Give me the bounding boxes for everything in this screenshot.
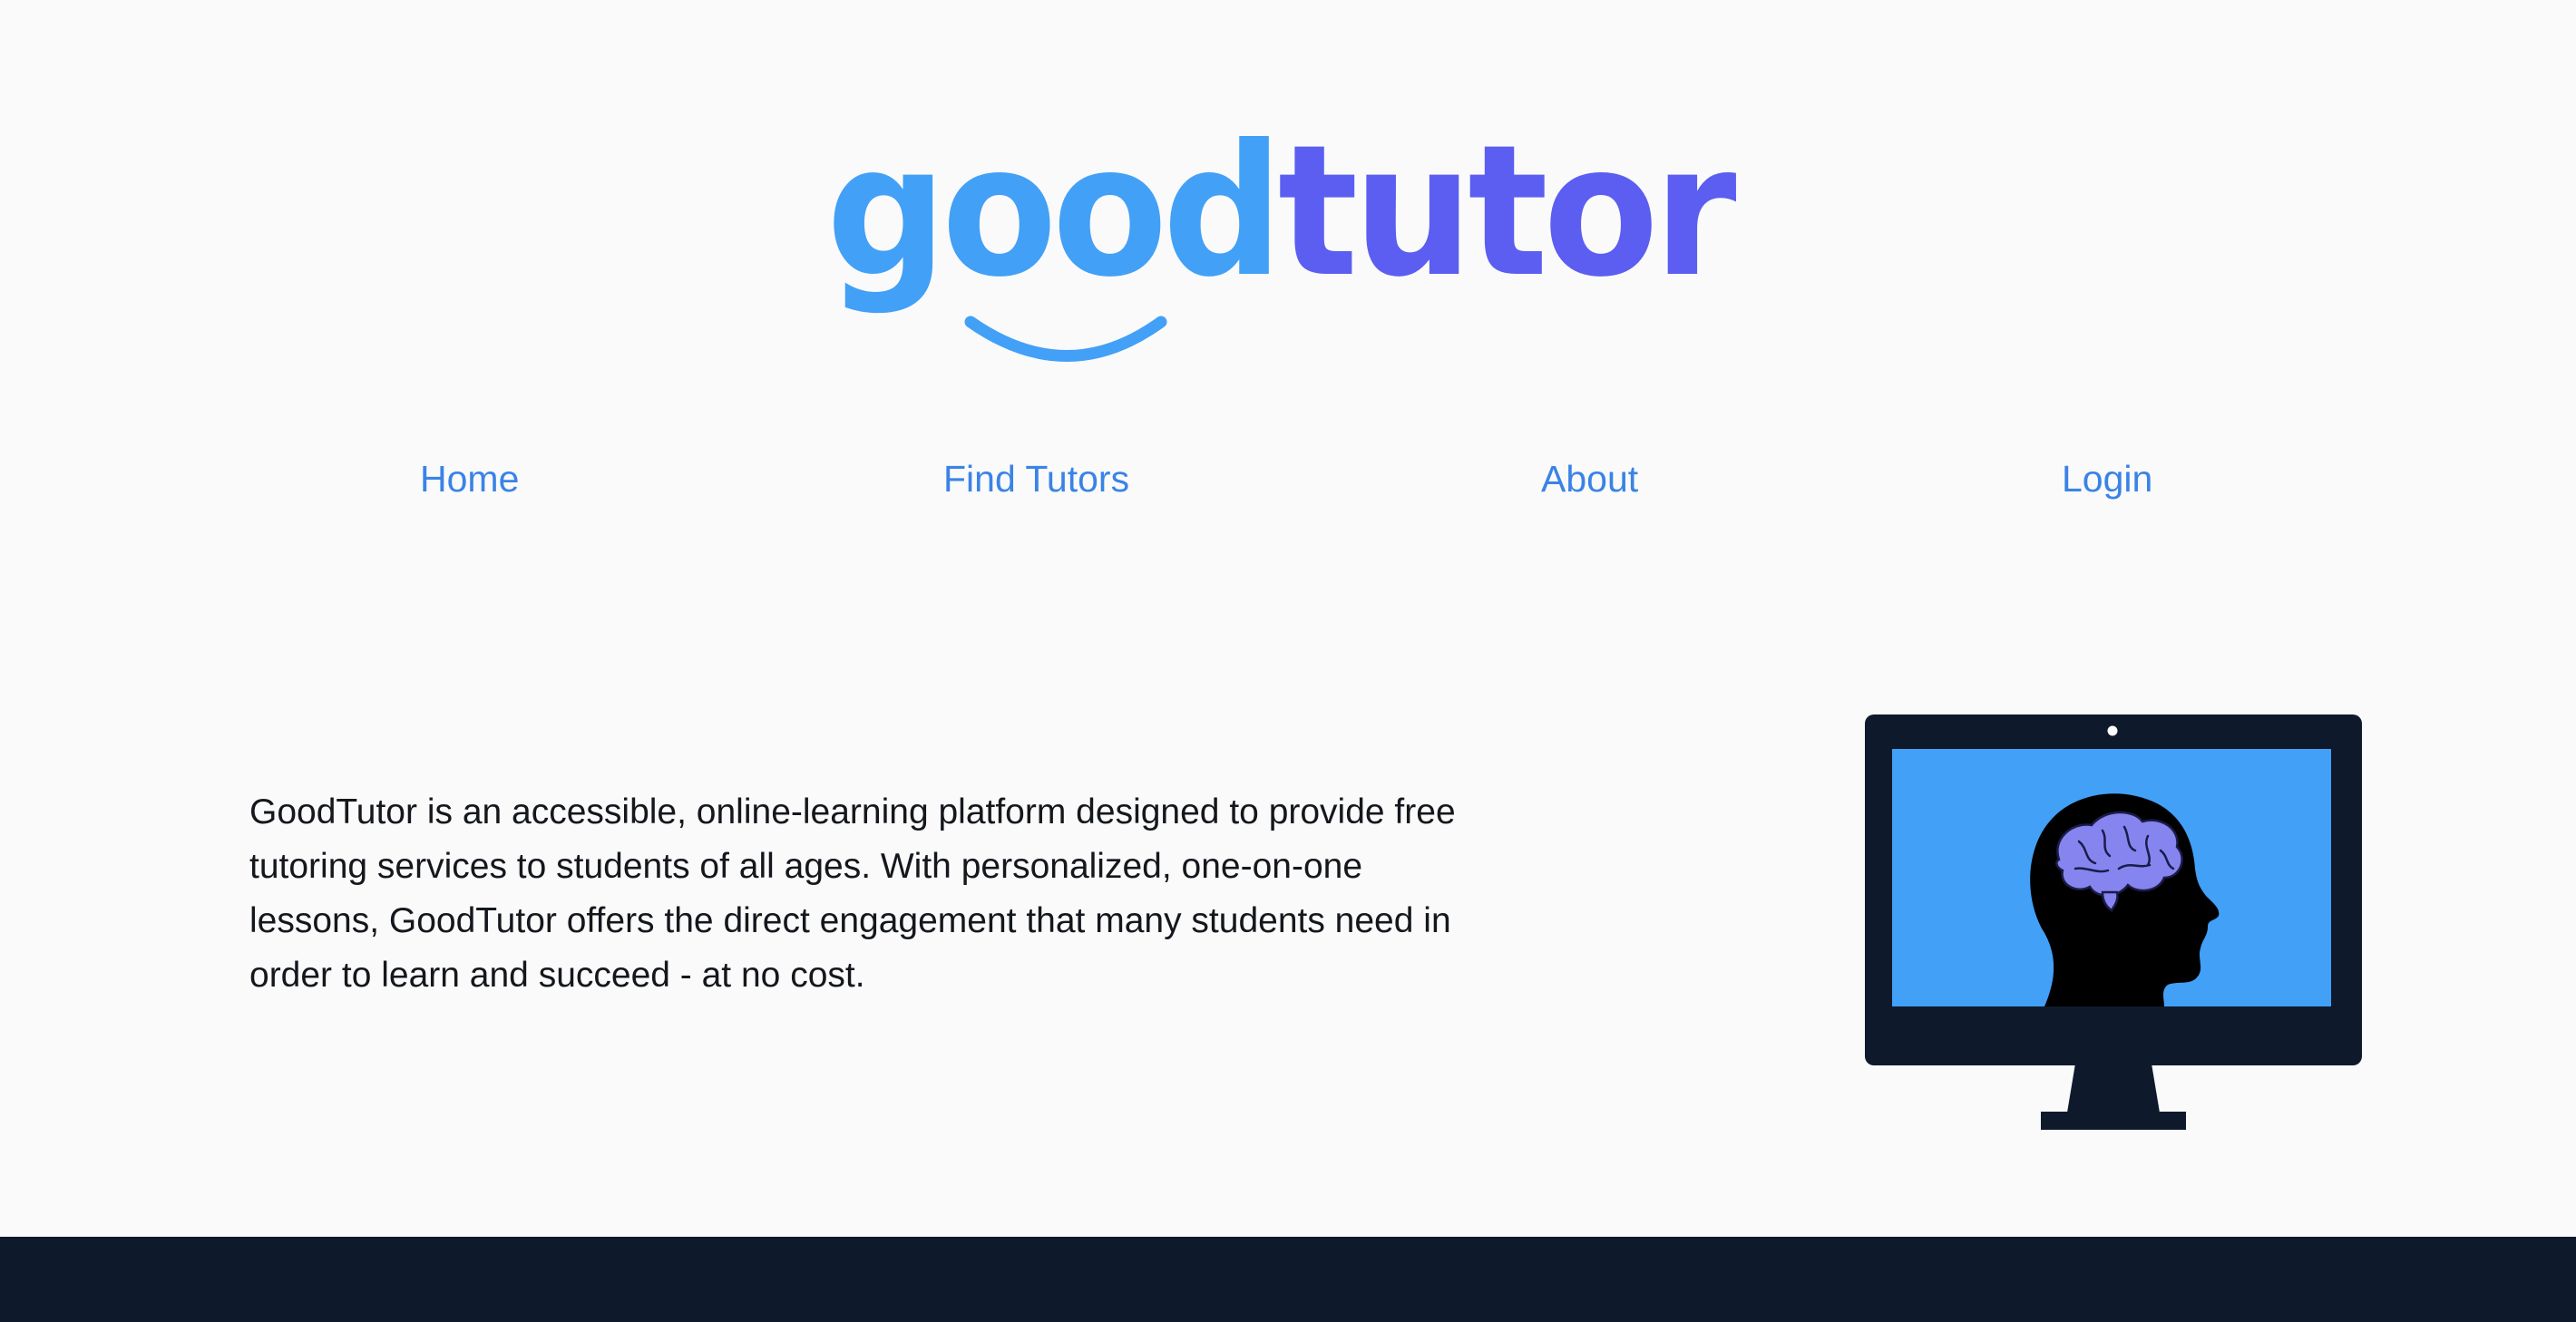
- monitor-illustration: [1865, 714, 2362, 1130]
- intro-paragraph: GoodTutor is an accessible, online-learn…: [249, 792, 1456, 995]
- main-nav: Home Find Tutors About Login: [0, 458, 2576, 512]
- monitor-with-brain-icon: [1865, 714, 2362, 1130]
- logo-tutor: tutor: [1278, 118, 1737, 317]
- goodtutor-logo-icon: goodtutor: [830, 118, 1737, 362]
- logo-smile-icon: [964, 316, 1167, 362]
- logo-text: goodtutor: [830, 118, 1737, 317]
- nav-find-tutors-link[interactable]: Find Tutors: [943, 458, 1129, 501]
- nav-about-link[interactable]: About: [1541, 458, 1638, 501]
- nav-home-link[interactable]: Home: [420, 458, 519, 501]
- logo-good: good: [830, 118, 1278, 317]
- goodtutor-logo[interactable]: goodtutor: [830, 118, 1737, 381]
- footer: [0, 1237, 2576, 1322]
- nav-login-link[interactable]: Login: [2062, 458, 2152, 501]
